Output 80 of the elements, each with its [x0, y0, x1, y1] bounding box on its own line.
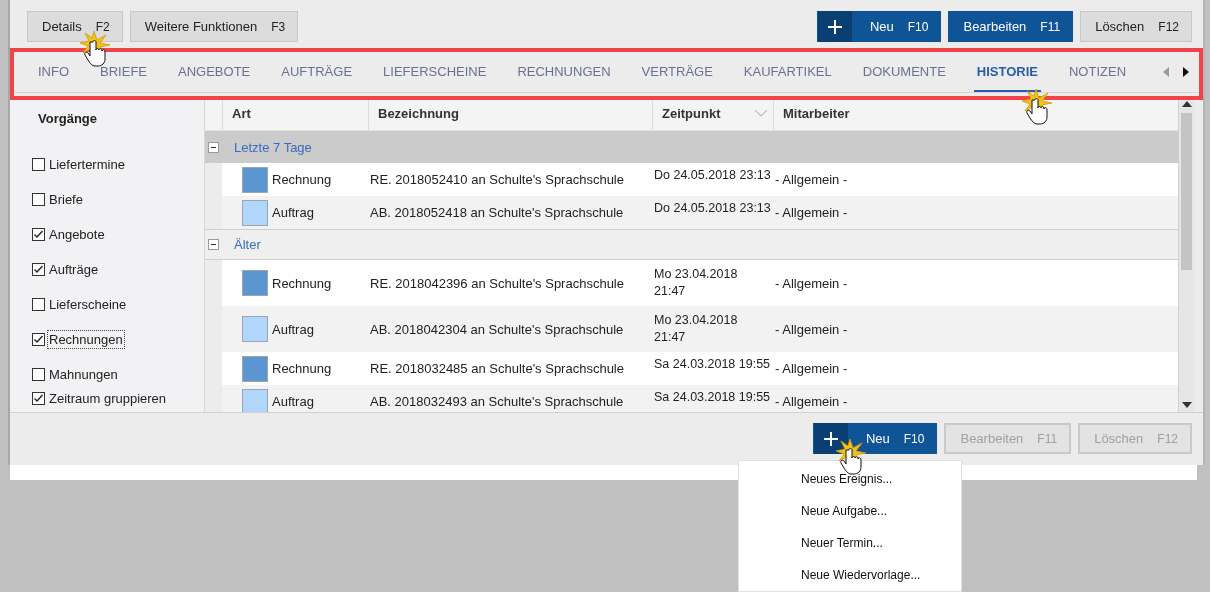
checkbox[interactable] [32, 228, 45, 241]
menu-item[interactable]: Neues Ereignis... [739, 463, 961, 495]
table-cell: RE. 2018052410 an Schulte's Sprachschule [370, 172, 624, 187]
collapse-icon[interactable] [208, 141, 219, 153]
table-cell: Rechnung [272, 361, 332, 376]
tab[interactable]: VERTRÄGE [638, 52, 716, 92]
table-cell: RE. 2018042396 an Schulte's Sprachschule [370, 275, 624, 291]
plus-icon [823, 431, 838, 446]
toolbar-button[interactable]: Bearbeiten F11 [948, 11, 1074, 42]
checkbox[interactable] [32, 193, 45, 206]
menu-item[interactable]: Neuer Termin... [739, 527, 961, 559]
table-cell: Sa 24.03.2018 19:55 [654, 356, 771, 373]
table-row[interactable]: Auftrag AB. 2018032493 an Schulte's Sprachschule Sa 24.03.2018 19:55 - Allgemein - [205, 385, 1178, 412]
group-title: Älter [234, 237, 261, 252]
tab[interactable]: DOKUMENTE [859, 52, 949, 92]
table-cell: Rechnung [272, 172, 332, 187]
checkbox-label: Rechnungen [47, 330, 125, 349]
scroll-right-icon[interactable] [1183, 67, 1189, 77]
sidebar-title: Vorgänge [38, 111, 97, 126]
table-cell: Rechnung [272, 275, 332, 291]
checkbox[interactable] [32, 391, 45, 405]
scroll-up-icon[interactable] [1181, 101, 1192, 107]
hand-cursor-icon [80, 30, 110, 67]
table-row[interactable]: Auftrag AB. 2018052418 an Schulte's Sprachschule Do 24.05.2018 23:13 - Allgemein - [205, 196, 1178, 229]
checkbox[interactable] [32, 333, 45, 346]
checkbox-label: Briefe [48, 191, 84, 209]
column-header[interactable]: Bezeichnung [378, 106, 459, 121]
toolbar-button[interactable]: Details F2 [27, 11, 123, 42]
table-cell: - Allgemein - [775, 172, 848, 187]
column-header[interactable]: Zeitpunkt [662, 106, 721, 121]
checkbox[interactable] [32, 368, 45, 381]
checkbox[interactable] [32, 158, 45, 171]
menu-item[interactable]: Neue Aufgabe... [739, 495, 961, 527]
table-row[interactable]: Auftrag AB. 2018042304 an Schulte's Sprachschule Mo 23.04.2018 21:47 - Allgemein - [205, 306, 1178, 352]
checkbox-label: Lieferscheine [48, 296, 128, 314]
checkbox-label: Angebote [48, 226, 106, 244]
tab[interactable]: NOTIZEN [1066, 52, 1130, 92]
tab[interactable]: KAUFARTIKEL [740, 52, 835, 92]
toolbar-button[interactable]: Löschen F12 [1080, 11, 1192, 42]
table-cell: - Allgemein - [775, 321, 848, 337]
table-cell: - Allgemein - [775, 394, 848, 409]
table-cell: Auftrag [272, 394, 314, 409]
table-cell: Do 24.05.2018 23:13 [654, 167, 771, 184]
table-cell: Auftrag [272, 321, 314, 337]
column-header[interactable]: Mitarbeiter [783, 106, 850, 121]
table-cell: AB. 2018052418 an Schulte's Sprachschule [370, 205, 624, 220]
table-cell: - Allgemein - [775, 205, 848, 220]
tab[interactable]: RECHNUNGEN [514, 52, 614, 92]
table-cell: Do 24.05.2018 23:13 [654, 200, 771, 217]
checkbox[interactable] [32, 263, 45, 276]
table-cell: AB. 2018042304 an Schulte's Sprachschule [370, 321, 624, 337]
table-cell: Sa 24.03.2018 19:55 [654, 389, 771, 406]
group-row[interactable]: Älter [205, 229, 1178, 260]
tab[interactable]: BRIEFE [97, 52, 151, 92]
scroll-down-icon[interactable] [1181, 402, 1192, 408]
table-cell: Auftrag [272, 205, 314, 220]
collapse-icon[interactable] [208, 239, 219, 250]
toolbar-button[interactable]: Weitere Funktionen F3 [129, 11, 299, 42]
checkbox[interactable] [32, 298, 45, 311]
plus-icon [827, 19, 842, 34]
table-cell: RE. 2018032485 an Schulte's Sprachschule [370, 361, 624, 376]
tab[interactable]: AUFTRÄGE [278, 52, 356, 92]
table-cell: Mo 23.04.2018 21:47 [654, 266, 738, 300]
table-cell: - Allgemein - [775, 275, 848, 291]
group-title: Letzte 7 Tage [234, 139, 312, 155]
table-cell: Mo 23.04.2018 21:47 [654, 312, 738, 346]
toolbar-button[interactable]: Neu F10 [812, 423, 938, 454]
table-cell: - Allgemein - [775, 361, 848, 376]
checkbox-label: Zeitraum gruppieren [48, 389, 168, 408]
menu-item[interactable]: Neue Wiedervorlage... [739, 559, 961, 591]
toolbar-button[interactable]: Neu F10 [816, 11, 942, 42]
checkbox-label: Aufträge [48, 261, 100, 279]
scrollbar-thumb[interactable] [1181, 113, 1192, 270]
checkbox-label: Liefertermine [48, 156, 126, 174]
tab[interactable]: LIEFERSCHEINE [380, 52, 490, 92]
tab[interactable]: ANGEBOTE [175, 52, 254, 92]
column-header[interactable]: Art [232, 106, 251, 121]
checkbox-label: Mahnungen [48, 366, 119, 384]
table-cell: AB. 2018032493 an Schulte's Sprachschule [370, 394, 624, 409]
tab[interactable]: INFO [35, 52, 73, 92]
